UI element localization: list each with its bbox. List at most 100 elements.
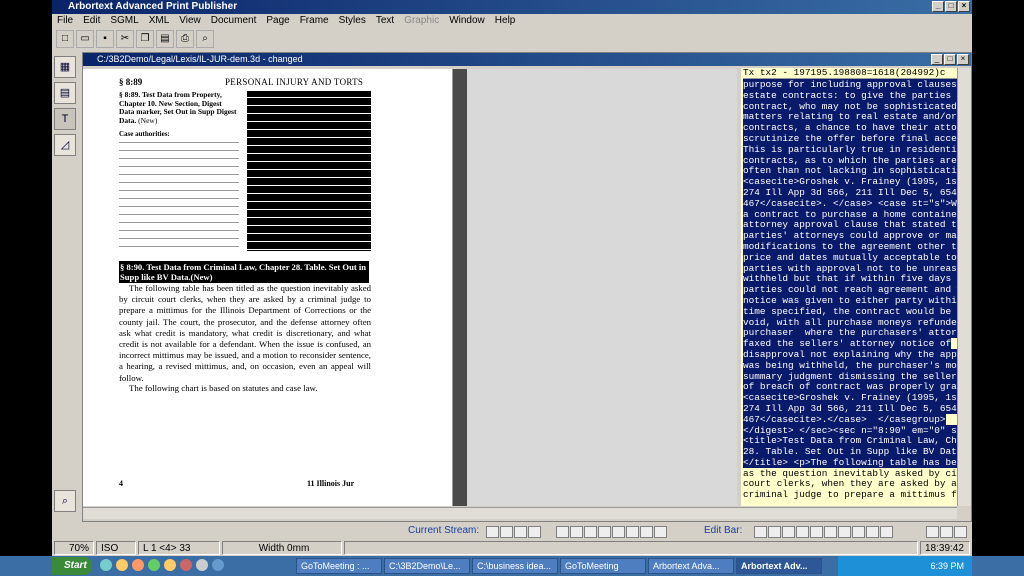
close-tag-button[interactable] bbox=[954, 526, 967, 539]
current-stream-label: Current Stream: bbox=[408, 525, 480, 536]
stream-button[interactable] bbox=[514, 526, 527, 539]
print-icon[interactable]: ⎙ bbox=[176, 30, 194, 48]
taskbar-button[interactable]: C:\3B2Demo\Le... bbox=[384, 558, 470, 574]
menu-item-graphic[interactable]: Graphic bbox=[399, 14, 444, 28]
zoom-icon[interactable]: ⌕ bbox=[196, 30, 214, 48]
doc-close-button[interactable]: × bbox=[957, 54, 969, 65]
windows-taskbar: Start GoToMeeting : ... C:\3B2Demo\Le... C… bbox=[0, 556, 1024, 576]
tray-clock[interactable]: 6:39 PM bbox=[930, 561, 964, 571]
source-editor-pane[interactable]: Tx tx2 - 197195.198808=1618(204992)c pur… bbox=[741, 68, 957, 506]
taskbar-button[interactable]: GoToMeeting bbox=[560, 558, 646, 574]
menu-item-sgml[interactable]: SGML bbox=[105, 14, 143, 28]
format-button[interactable] bbox=[612, 526, 625, 539]
magnify-tool-icon[interactable]: ⌕ bbox=[54, 490, 76, 512]
tag-button[interactable] bbox=[940, 526, 953, 539]
save-icon[interactable]: ▪ bbox=[96, 30, 114, 48]
format-button[interactable] bbox=[640, 526, 653, 539]
close-button[interactable]: × bbox=[958, 1, 970, 12]
new-document-icon[interactable]: □ bbox=[56, 30, 74, 48]
quick-launch-icon[interactable] bbox=[164, 559, 176, 571]
editor-vertical-scrollbar[interactable] bbox=[957, 68, 971, 506]
edit-button[interactable] bbox=[866, 526, 879, 539]
format-button[interactable] bbox=[598, 526, 611, 539]
editor-line: criminal judge to prepare a mittimus for… bbox=[743, 489, 957, 501]
case-text-column-right-selected bbox=[247, 91, 371, 251]
maximize-button[interactable]: □ bbox=[945, 1, 957, 12]
copy-icon[interactable]: ❐ bbox=[136, 30, 154, 48]
taskbar-button[interactable]: C:\business idea... bbox=[472, 558, 558, 574]
bold-button[interactable] bbox=[754, 526, 767, 539]
italic-button[interactable] bbox=[768, 526, 781, 539]
open-folder-icon[interactable]: ▭ bbox=[76, 30, 94, 48]
edit-button[interactable] bbox=[880, 526, 893, 539]
width-field: Width 0mm bbox=[222, 541, 342, 555]
format-button[interactable] bbox=[584, 526, 597, 539]
body-paragraph-1: The following table has been titled as t… bbox=[119, 283, 371, 383]
document-page[interactable]: § 8:89 PERSONAL INJURY AND TORTS § 8:89.… bbox=[83, 69, 453, 506]
menu-item-file[interactable]: File bbox=[52, 14, 78, 28]
message-field bbox=[344, 541, 918, 555]
taskbar-button[interactable]: Arbortext Adva... bbox=[648, 558, 734, 574]
stream-button[interactable] bbox=[500, 526, 513, 539]
menu-item-xml[interactable]: XML bbox=[144, 14, 175, 28]
edit-bar-label: Edit Bar: bbox=[704, 525, 743, 536]
menu-item-frame[interactable]: Frame bbox=[295, 14, 334, 28]
menu-item-document[interactable]: Document bbox=[206, 14, 262, 28]
stream-button[interactable] bbox=[528, 526, 541, 539]
taskbar-button[interactable]: GoToMeeting : ... bbox=[296, 558, 382, 574]
edit-button[interactable] bbox=[782, 526, 795, 539]
quick-launch-icon[interactable] bbox=[148, 559, 160, 571]
quick-launch bbox=[100, 559, 286, 573]
menu-item-page[interactable]: Page bbox=[261, 14, 294, 28]
format-buttons bbox=[556, 525, 668, 541]
frame-tool-icon[interactable]: ▤ bbox=[54, 82, 76, 104]
format-button[interactable] bbox=[654, 526, 667, 539]
stream-button[interactable] bbox=[486, 526, 499, 539]
menu-item-window[interactable]: Window bbox=[444, 14, 490, 28]
cut-icon[interactable]: ✂ bbox=[116, 30, 134, 48]
page-tool-icon[interactable]: ▦ bbox=[54, 56, 76, 78]
app-title: Arbortext Advanced Print Publisher _ □ × bbox=[52, 0, 972, 14]
text-button[interactable] bbox=[926, 526, 939, 539]
zoom-level[interactable]: 70% bbox=[54, 541, 94, 555]
pasteboard-area bbox=[467, 69, 737, 506]
edit-button[interactable] bbox=[810, 526, 823, 539]
format-button[interactable] bbox=[626, 526, 639, 539]
menu-item-edit[interactable]: Edit bbox=[78, 14, 105, 28]
quick-launch-icon[interactable] bbox=[212, 559, 224, 571]
taskbar-button[interactable]: Arbortext Adv... bbox=[736, 558, 822, 574]
edit-button[interactable] bbox=[824, 526, 837, 539]
window-controls: _ □ × bbox=[932, 1, 970, 12]
horizontal-scrollbar[interactable] bbox=[83, 507, 957, 519]
main-toolbar: □ ▭ ▪ ✂ ❐ ▤ ⎙ ⌕ bbox=[56, 30, 214, 50]
start-button[interactable]: Start bbox=[52, 557, 92, 575]
menu-bar: File Edit SGML XML View Document Page Frame Styl… bbox=[52, 14, 972, 28]
edit-button[interactable] bbox=[852, 526, 865, 539]
menu-item-styles[interactable]: Styles bbox=[334, 14, 371, 28]
quick-launch-icon[interactable] bbox=[116, 559, 128, 571]
editor-line: time specified, the contract would be nu… bbox=[743, 305, 957, 318]
draw-tool-icon[interactable]: ◿ bbox=[54, 134, 76, 156]
extra-buttons bbox=[926, 525, 968, 541]
editor-line: price and dates mutually acceptable to t… bbox=[743, 251, 957, 264]
edit-button[interactable] bbox=[838, 526, 851, 539]
edit-button[interactable] bbox=[796, 526, 809, 539]
doc-maximize-button[interactable]: □ bbox=[944, 54, 956, 65]
text-tool-icon[interactable]: T bbox=[54, 108, 76, 130]
format-button[interactable] bbox=[556, 526, 569, 539]
menu-item-help[interactable]: Help bbox=[490, 14, 521, 28]
page-footer-number: 4 bbox=[119, 479, 123, 488]
minimize-button[interactable]: _ bbox=[932, 1, 944, 12]
format-button[interactable] bbox=[570, 526, 583, 539]
quick-launch-icon[interactable] bbox=[132, 559, 144, 571]
quick-launch-icon[interactable] bbox=[196, 559, 208, 571]
menu-item-view[interactable]: View bbox=[174, 14, 206, 28]
paste-icon[interactable]: ▤ bbox=[156, 30, 174, 48]
stream-bar: Current Stream: Edit Bar: bbox=[52, 523, 972, 539]
quick-launch-icon[interactable] bbox=[180, 559, 192, 571]
menu-item-text[interactable]: Text bbox=[371, 14, 399, 28]
status-time: 18:39:42 bbox=[920, 541, 970, 555]
doc-minimize-button[interactable]: _ bbox=[931, 54, 943, 65]
quick-launch-icon[interactable] bbox=[100, 559, 112, 571]
editor-line: This is particularly true in residential… bbox=[743, 143, 957, 156]
